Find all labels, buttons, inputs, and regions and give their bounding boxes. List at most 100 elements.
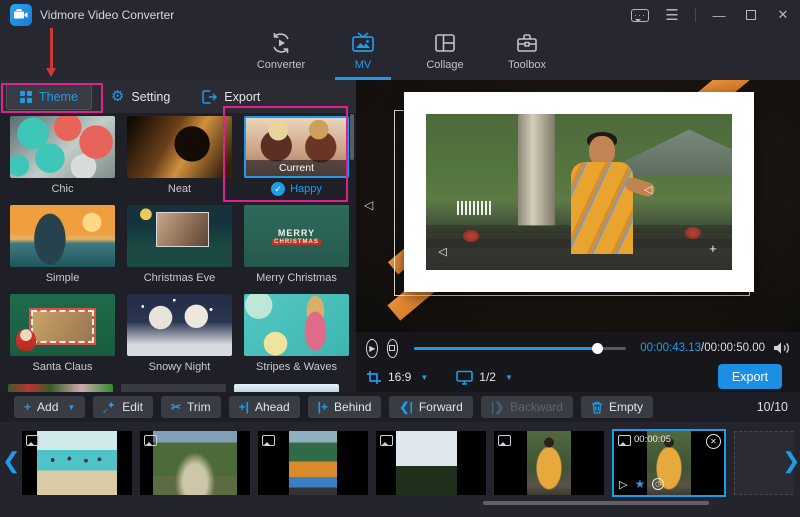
theme-grid: Chic Neat Current ✓ Happy Simple: [8, 116, 352, 374]
flower: [463, 230, 479, 242]
theme-name: Chic: [51, 182, 73, 196]
ahead-icon: +|: [239, 400, 249, 414]
tab-toolbox-label: Toolbox: [508, 59, 546, 71]
theme-thumbnail: [10, 294, 115, 356]
timeline-clip-4[interactable]: [376, 431, 486, 495]
timeline-clip-2[interactable]: [140, 431, 250, 495]
timeline-scroll-right[interactable]: ❯: [782, 448, 800, 474]
preview-panel: ◁ ◁ + ◁ ▶ 00:00:43.13/00:00:50.00: [356, 80, 800, 392]
timeline-clip-1[interactable]: [22, 431, 132, 495]
toolbox-icon: [515, 30, 539, 56]
timeline-clip-5[interactable]: [494, 431, 604, 495]
clip-edit-star-icon[interactable]: ★: [634, 477, 645, 491]
forward-icon: ❮|: [399, 400, 412, 414]
remove-clip-button[interactable]: ✕: [706, 434, 721, 449]
theme-thumbnail: [127, 116, 232, 178]
behind-button[interactable]: |+ Behind: [308, 396, 382, 418]
timeline-scroll-left[interactable]: ❮: [2, 448, 20, 474]
play-button[interactable]: ▶: [366, 339, 378, 358]
vidmore-video-converter-window: { "window": { "title": "Vidmore Video Co…: [0, 0, 800, 517]
theme-item-stripes-waves[interactable]: Stripes & Waves: [242, 294, 351, 374]
annotation-arrow: [50, 28, 53, 74]
theme-item-christmas-eve[interactable]: Christmas Eve: [125, 205, 234, 285]
theme-name: Stripes & Waves: [256, 360, 337, 374]
volume-icon[interactable]: [773, 341, 790, 355]
timeline: ❮ 00:00:05: [0, 422, 800, 517]
minimize-button[interactable]: —: [710, 6, 728, 24]
header: Vidmore Video Converter ··· ☰ — ✕: [0, 0, 800, 80]
progress-fill: [414, 347, 596, 350]
tab-mv-label: MV: [355, 59, 372, 71]
theme-thumbnail: [127, 294, 232, 356]
ahead-button[interactable]: +| Ahead: [229, 396, 300, 418]
scissors-icon: ✂: [171, 400, 181, 414]
export-button[interactable]: Export: [718, 364, 782, 389]
tree-trunk: [518, 114, 555, 226]
menu-icon[interactable]: ☰: [663, 6, 681, 24]
theme-name-text: Happy: [290, 183, 322, 195]
maximize-button[interactable]: [742, 6, 760, 24]
clip-counter: 10/10: [757, 400, 788, 414]
tab-converter[interactable]: Converter: [240, 30, 322, 80]
timeline-clip-6-selected[interactable]: 00:00:05 ✕ ▷ ★ ◷: [612, 429, 726, 497]
image-icon: [380, 435, 393, 446]
clip-thumbnail: [396, 431, 458, 495]
page-select[interactable]: 1/2 ▼: [456, 370, 513, 385]
image-icon: [498, 435, 511, 446]
photo-frame: ◁ ◁ +: [404, 92, 754, 292]
aspect-ratio-select[interactable]: 16:9 ▼: [366, 370, 428, 385]
panel-tabs: Theme ⚙ Setting Export: [0, 80, 356, 113]
tab-theme[interactable]: Theme: [6, 83, 92, 110]
clip-duration-icon[interactable]: ◷: [652, 478, 664, 490]
plus-icon: +: [709, 241, 717, 256]
tab-theme-label: Theme: [39, 90, 78, 104]
backward-button[interactable]: |❯ Backward: [481, 396, 573, 418]
current-time: 00:00:43.13: [640, 342, 701, 354]
progress-thumb[interactable]: [592, 343, 603, 354]
image-icon: [618, 435, 631, 446]
theme-panel: Theme ⚙ Setting Export Chic: [0, 80, 356, 392]
clip-toolbar: + Add ▼ Edit ✂ Trim +| Ahead |+ Behind ❮…: [0, 392, 800, 422]
theme-item-simple[interactable]: Simple: [8, 205, 117, 285]
theme-item-happy-selected[interactable]: Current ✓ Happy: [242, 116, 351, 196]
monitor-icon: [456, 370, 473, 385]
forward-button[interactable]: ❮| Forward: [389, 396, 472, 418]
image-icon: [262, 435, 275, 446]
theme-name: Snowy Night: [149, 360, 211, 374]
tab-export-label: Export: [224, 90, 260, 104]
theme-name: Santa Claus: [33, 360, 93, 374]
tab-toolbox[interactable]: Toolbox: [486, 30, 568, 80]
tab-export[interactable]: Export: [189, 83, 273, 110]
theme-item-chic[interactable]: Chic: [8, 116, 117, 196]
theme-thumbnail: [10, 205, 115, 267]
trim-button[interactable]: ✂ Trim: [161, 396, 221, 418]
tab-setting[interactable]: ⚙ Setting: [98, 83, 183, 110]
collage-icon: [433, 30, 457, 56]
theme-name: ✓ Happy: [271, 182, 322, 196]
progress-slider[interactable]: [414, 347, 626, 350]
add-button[interactable]: + Add ▼: [14, 396, 85, 418]
current-theme-label: Current: [246, 160, 347, 176]
theme-item-santa-claus[interactable]: Santa Claus: [8, 294, 117, 374]
theme-item-merry-christmas[interactable]: MERRY CHRISTMAS Merry Christmas: [242, 205, 351, 285]
theme-item-neat[interactable]: Neat: [125, 116, 234, 196]
timeline-clip-3[interactable]: [258, 431, 368, 495]
clip-thumbnail: [289, 431, 337, 495]
stop-button[interactable]: [387, 339, 399, 358]
theme-item-snowy-night[interactable]: Snowy Night: [125, 294, 234, 374]
tab-mv[interactable]: MV: [322, 30, 404, 80]
theme-panel-scrollbar[interactable]: [350, 114, 354, 160]
feedback-button[interactable]: ···: [631, 6, 649, 24]
edit-button[interactable]: Edit: [93, 396, 153, 418]
theme-art-text: MERRY CHRISTMAS: [272, 228, 321, 245]
timeline-scrollbar[interactable]: [483, 501, 709, 505]
theme-thumbnail: [10, 116, 115, 178]
video-preview[interactable]: ◁ ◁ + ◁: [356, 80, 800, 332]
theme-grid-next-row: [8, 384, 352, 392]
close-button[interactable]: ✕: [774, 6, 792, 24]
tab-collage[interactable]: Collage: [404, 30, 486, 80]
empty-button[interactable]: Empty: [581, 396, 653, 418]
export-icon: [202, 90, 217, 104]
aspect-ratio-icon: [366, 370, 382, 385]
clip-play-icon[interactable]: ▷: [619, 478, 627, 491]
